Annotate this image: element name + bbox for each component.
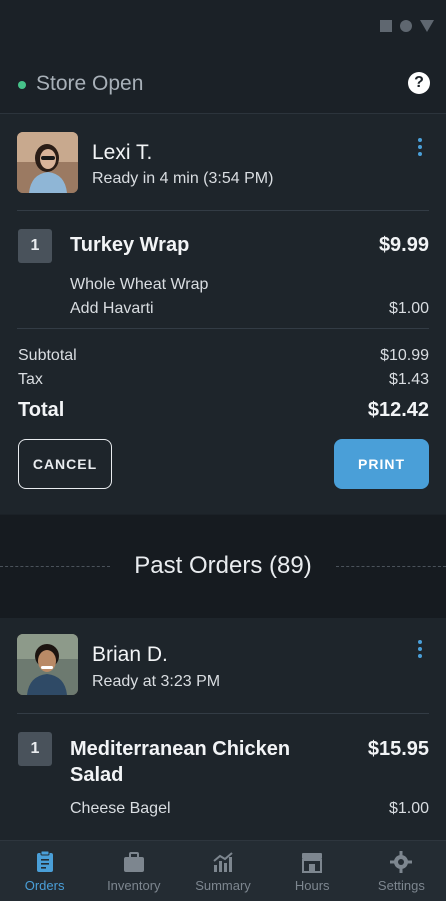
quantity-badge: 1 <box>18 229 52 263</box>
stop-icon <box>380 20 392 32</box>
divider <box>17 713 429 714</box>
print-button[interactable]: PRINT <box>334 439 429 489</box>
divider <box>17 328 429 329</box>
tab-label: Inventory <box>107 878 161 893</box>
tab-hours[interactable]: Hours <box>268 841 357 901</box>
store-status-text[interactable]: Store Open <box>36 72 143 96</box>
tab-label: Hours <box>294 878 330 893</box>
system-icons <box>380 20 434 32</box>
cancel-button[interactable]: CANCEL <box>18 439 112 489</box>
store-status-dot-icon <box>18 81 26 89</box>
customer-avatar <box>17 634 78 695</box>
help-icon[interactable]: ? <box>408 72 430 94</box>
gear-icon <box>390 851 413 873</box>
storefront-icon <box>302 853 323 873</box>
past-order-card: Brian D. Ready at 3:23 PM 1 Mediterranea… <box>0 618 446 840</box>
total-label: Total <box>18 399 65 421</box>
tab-summary[interactable]: Summary <box>178 841 267 901</box>
record-icon <box>400 20 412 32</box>
modifier-price: $1.00 <box>388 800 429 817</box>
item-price: $9.99 <box>378 234 429 256</box>
chart-icon <box>213 852 233 872</box>
more-options-icon[interactable] <box>418 640 422 658</box>
store-header: Store Open ? <box>0 55 446 114</box>
item-name: Mediterranean Chicken Salad <box>70 738 291 786</box>
customer-name: Lexi T. <box>92 141 153 164</box>
total-value: $12.42 <box>367 399 429 421</box>
customer-name: Brian D. <box>92 643 168 666</box>
tab-label: Orders <box>24 878 65 893</box>
tab-orders[interactable]: Orders <box>0 841 89 901</box>
tax-label: Tax <box>18 371 43 388</box>
item-name: Turkey Wrap <box>70 234 190 256</box>
signal-icon <box>420 20 434 32</box>
past-orders-title: Past Orders (89) <box>124 552 322 579</box>
past-orders-section: Past Orders (89) <box>0 515 446 618</box>
more-options-icon[interactable] <box>418 138 422 156</box>
item-price: $15.95 <box>367 738 429 760</box>
briefcase-icon <box>123 852 144 872</box>
ready-time: Ready at 3:23 PM <box>92 673 221 690</box>
modifier-price: $1.00 <box>388 300 429 317</box>
status-bar <box>0 0 446 55</box>
clipboard-icon <box>36 851 53 872</box>
tab-settings[interactable]: Settings <box>357 841 446 901</box>
modifier-text: Whole Wheat Wrap <box>70 276 209 293</box>
divider <box>17 210 429 211</box>
ready-time: Ready in 4 min (3:54 PM) <box>92 170 274 187</box>
tab-inventory[interactable]: Inventory <box>89 841 178 901</box>
customer-avatar <box>17 132 78 193</box>
quantity-badge: 1 <box>18 732 52 766</box>
tab-label: Summary <box>195 878 251 893</box>
modifier-text: Cheese Bagel <box>70 800 171 817</box>
tax-value: $1.43 <box>388 371 429 388</box>
tab-label: Settings <box>377 878 425 893</box>
subtotal-value: $10.99 <box>380 347 429 364</box>
current-order-card: Lexi T. Ready in 4 min (3:54 PM) 1 Turke… <box>0 114 446 514</box>
modifier-text: Add Havarti <box>70 300 154 317</box>
bottom-tab-bar: Orders Inventory Summary Hours Settings <box>0 840 446 901</box>
subtotal-label: Subtotal <box>18 347 77 364</box>
